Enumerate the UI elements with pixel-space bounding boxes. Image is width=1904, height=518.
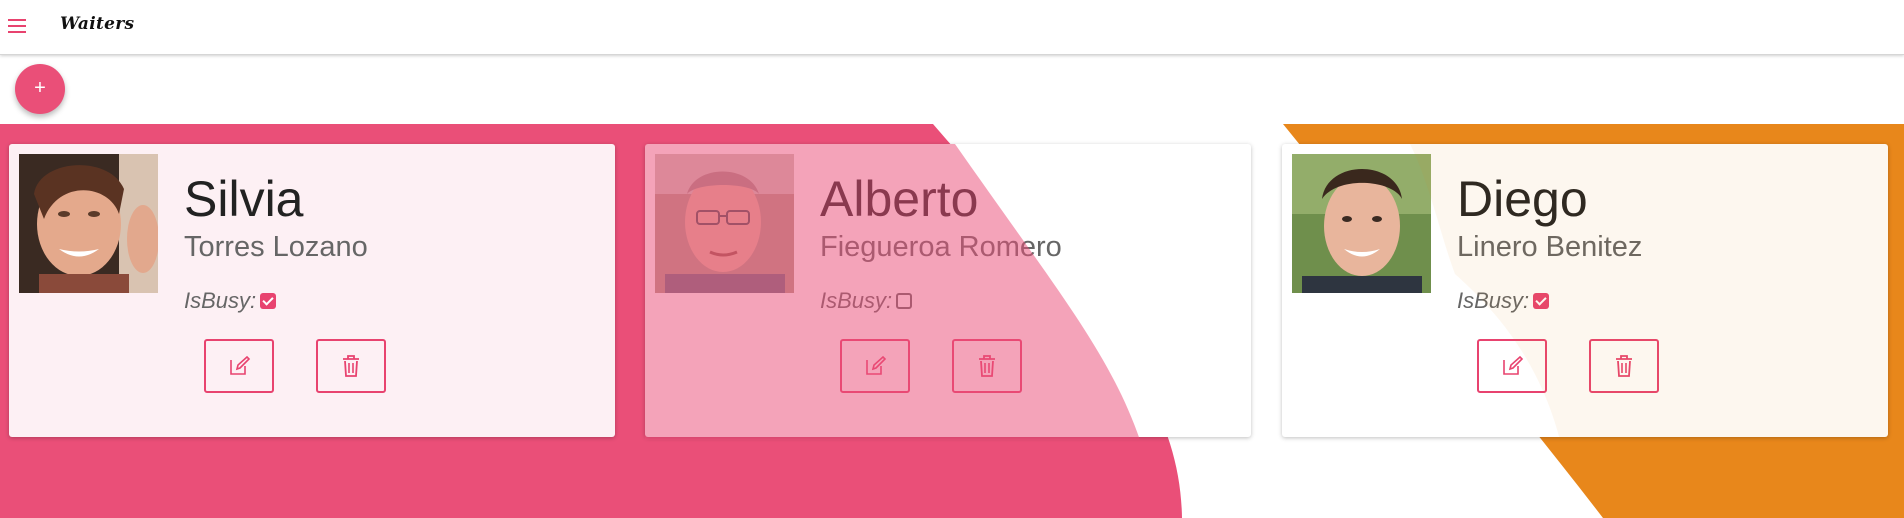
top-app-bar: Waiters [0, 0, 1904, 55]
busy-label: IsBusy: [1457, 288, 1530, 313]
trash-icon [979, 355, 995, 377]
delete-button[interactable] [1589, 339, 1659, 393]
waiter-photo [19, 154, 158, 293]
waiter-photo [655, 154, 794, 293]
edit-button[interactable] [1477, 339, 1547, 393]
waiter-card: Silvia Torres Lozano IsBusy: [9, 144, 615, 437]
edit-icon [230, 355, 251, 375]
busy-checkbox[interactable] [896, 293, 913, 309]
waiter-last-name: Linero Benitez [1457, 231, 1643, 263]
menu-button[interactable] [8, 17, 28, 35]
waiter-card: Diego Linero Benitez IsBusy: [1282, 144, 1888, 437]
plus-icon: + [34, 77, 46, 99]
edit-icon [1503, 355, 1524, 375]
edit-icon [866, 355, 887, 375]
waiter-first-name: Silvia [184, 171, 304, 227]
waiter-first-name: Alberto [820, 171, 979, 227]
busy-status: IsBusy: [1457, 288, 1550, 314]
busy-checkbox[interactable] [260, 293, 277, 309]
edit-button[interactable] [840, 339, 910, 393]
waiter-card: Alberto Fiegueroa Romero IsBusy: [645, 144, 1251, 437]
add-waiter-button[interactable]: + [15, 64, 65, 114]
delete-button[interactable] [952, 339, 1022, 393]
busy-label: IsBusy: [820, 288, 893, 313]
busy-status: IsBusy: [820, 288, 913, 314]
hamburger-menu-icon [8, 19, 26, 33]
waiter-first-name: Diego [1457, 171, 1588, 227]
busy-checkbox[interactable] [1533, 293, 1550, 309]
trash-icon [343, 355, 359, 377]
busy-status: IsBusy: [184, 288, 277, 314]
waiter-photo [1292, 154, 1431, 293]
busy-label: IsBusy: [184, 288, 257, 313]
delete-button[interactable] [316, 339, 386, 393]
app-title: Waiters [60, 14, 135, 34]
trash-icon [1616, 355, 1632, 377]
waiter-last-name: Torres Lozano [184, 231, 368, 263]
waiter-last-name: Fiegueroa Romero [820, 231, 1062, 263]
edit-button[interactable] [204, 339, 274, 393]
